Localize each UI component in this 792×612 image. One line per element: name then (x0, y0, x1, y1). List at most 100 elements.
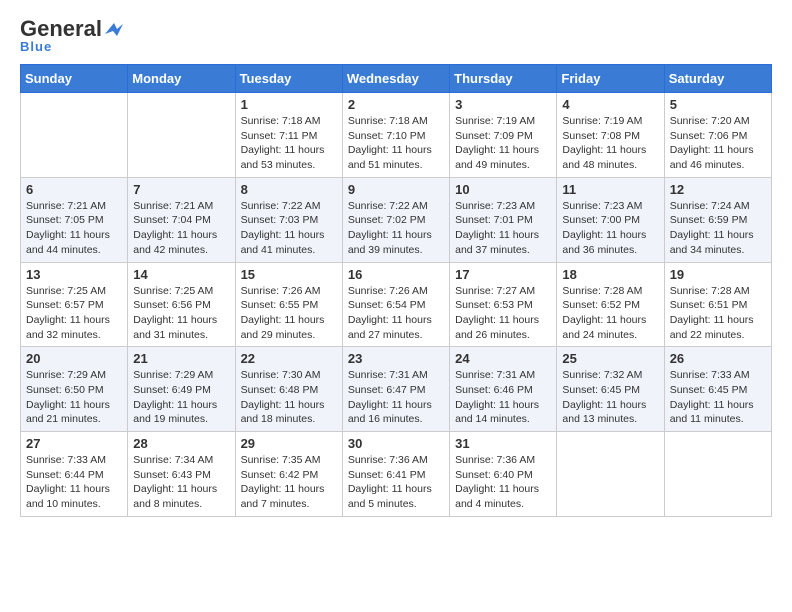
calendar-cell: 23 Sunrise: 7:31 AM Sunset: 6:47 PM Dayli… (342, 347, 449, 432)
day-number: 14 (133, 267, 229, 282)
day-number: 11 (562, 182, 658, 197)
calendar-cell: 25Sunrise: 7:32 AM Sunset: 6:45 PM Dayli… (557, 347, 664, 432)
day-info: Sunrise: 7:26 AM Sunset: 6:55 PM Dayligh… (241, 284, 337, 343)
day-number: 19 (670, 267, 766, 282)
logo-bird-icon (103, 20, 125, 38)
day-number: 29 (241, 436, 337, 451)
day-info: Sunrise: 7:18 AM Sunset: 7:11 PM Dayligh… (241, 114, 337, 173)
day-number: 31 (455, 436, 551, 451)
day-header-sunday: Sunday (21, 65, 128, 93)
day-info: Sunrise: 7:22 AM Sunset: 7:02 PM Dayligh… (348, 199, 444, 258)
calendar-cell (664, 432, 771, 517)
calendar-cell: 14 Sunrise: 7:25 AM Sunset: 6:56 PM Dayli… (128, 262, 235, 347)
day-info: Sunrise: 7:29 AM Sunset: 6:50 PM Dayligh… (26, 368, 122, 427)
calendar-cell: 21Sunrise: 7:29 AM Sunset: 6:49 PM Dayli… (128, 347, 235, 432)
day-info: Sunrise: 7:19 AM Sunset: 7:08 PM Dayligh… (562, 114, 658, 173)
day-info: Sunrise: 7:25 AM Sunset: 6:56 PM Dayligh… (133, 284, 229, 343)
day-number: 28 (133, 436, 229, 451)
day-info: Sunrise: 7:18 AM Sunset: 7:10 PM Dayligh… (348, 114, 444, 173)
calendar-cell: 11 Sunrise: 7:23 AM Sunset: 7:00 PM Dayli… (557, 177, 664, 262)
calendar-cell: 7 Sunrise: 7:21 AM Sunset: 7:04 PM Daylig… (128, 177, 235, 262)
day-info: Sunrise: 7:20 AM Sunset: 7:06 PM Dayligh… (670, 114, 766, 173)
day-number: 13 (26, 267, 122, 282)
day-header-friday: Friday (557, 65, 664, 93)
day-info: Sunrise: 7:31 AM Sunset: 6:47 PM Dayligh… (348, 368, 444, 427)
day-info: Sunrise: 7:29 AM Sunset: 6:49 PM Dayligh… (133, 368, 229, 427)
day-number: 1 (241, 97, 337, 112)
day-number: 5 (670, 97, 766, 112)
calendar-cell: 28Sunrise: 7:34 AM Sunset: 6:43 PM Dayli… (128, 432, 235, 517)
calendar-week-row: 27 Sunrise: 7:33 AM Sunset: 6:44 PM Dayli… (21, 432, 772, 517)
calendar-table: SundayMondayTuesdayWednesdayThursdayFrid… (20, 64, 772, 517)
day-number: 22 (241, 351, 337, 366)
calendar-cell: 31 Sunrise: 7:36 AM Sunset: 6:40 PM Dayli… (450, 432, 557, 517)
day-info: Sunrise: 7:36 AM Sunset: 6:40 PM Dayligh… (455, 453, 551, 512)
calendar-week-row: 20 Sunrise: 7:29 AM Sunset: 6:50 PM Dayli… (21, 347, 772, 432)
day-info: Sunrise: 7:23 AM Sunset: 7:01 PM Dayligh… (455, 199, 551, 258)
calendar-cell: 10 Sunrise: 7:23 AM Sunset: 7:01 PM Dayli… (450, 177, 557, 262)
day-number: 15 (241, 267, 337, 282)
day-number: 16 (348, 267, 444, 282)
calendar-week-row: 1 Sunrise: 7:18 AM Sunset: 7:11 PM Daylig… (21, 93, 772, 178)
day-number: 25 (562, 351, 658, 366)
calendar-cell: 26Sunrise: 7:33 AM Sunset: 6:45 PM Dayli… (664, 347, 771, 432)
calendar-cell: 9 Sunrise: 7:22 AM Sunset: 7:02 PM Daylig… (342, 177, 449, 262)
day-header-saturday: Saturday (664, 65, 771, 93)
day-number: 18 (562, 267, 658, 282)
calendar-cell: 29 Sunrise: 7:35 AM Sunset: 6:42 PM Dayli… (235, 432, 342, 517)
day-info: Sunrise: 7:36 AM Sunset: 6:41 PM Dayligh… (348, 453, 444, 512)
calendar-cell: 12 Sunrise: 7:24 AM Sunset: 6:59 PM Dayli… (664, 177, 771, 262)
day-info: Sunrise: 7:19 AM Sunset: 7:09 PM Dayligh… (455, 114, 551, 173)
day-info: Sunrise: 7:31 AM Sunset: 6:46 PM Dayligh… (455, 368, 551, 427)
day-info: Sunrise: 7:22 AM Sunset: 7:03 PM Dayligh… (241, 199, 337, 258)
calendar-cell: 24 Sunrise: 7:31 AM Sunset: 6:46 PM Dayli… (450, 347, 557, 432)
day-info: Sunrise: 7:28 AM Sunset: 6:51 PM Dayligh… (670, 284, 766, 343)
calendar-week-row: 13Sunrise: 7:25 AM Sunset: 6:57 PM Dayli… (21, 262, 772, 347)
day-info: Sunrise: 7:27 AM Sunset: 6:53 PM Dayligh… (455, 284, 551, 343)
calendar-cell: 3 Sunrise: 7:19 AM Sunset: 7:09 PM Daylig… (450, 93, 557, 178)
day-info: Sunrise: 7:23 AM Sunset: 7:00 PM Dayligh… (562, 199, 658, 258)
day-number: 26 (670, 351, 766, 366)
calendar-cell: 5 Sunrise: 7:20 AM Sunset: 7:06 PM Daylig… (664, 93, 771, 178)
calendar-cell: 30 Sunrise: 7:36 AM Sunset: 6:41 PM Dayli… (342, 432, 449, 517)
calendar-week-row: 6Sunrise: 7:21 AM Sunset: 7:05 PM Daylig… (21, 177, 772, 262)
day-info: Sunrise: 7:26 AM Sunset: 6:54 PM Dayligh… (348, 284, 444, 343)
day-info: Sunrise: 7:35 AM Sunset: 6:42 PM Dayligh… (241, 453, 337, 512)
calendar-cell: 17 Sunrise: 7:27 AM Sunset: 6:53 PM Dayli… (450, 262, 557, 347)
calendar-header-row: SundayMondayTuesdayWednesdayThursdayFrid… (21, 65, 772, 93)
day-number: 20 (26, 351, 122, 366)
calendar-cell: 13Sunrise: 7:25 AM Sunset: 6:57 PM Dayli… (21, 262, 128, 347)
day-header-tuesday: Tuesday (235, 65, 342, 93)
calendar-cell: 2Sunrise: 7:18 AM Sunset: 7:10 PM Daylig… (342, 93, 449, 178)
day-number: 23 (348, 351, 444, 366)
calendar-cell: 15 Sunrise: 7:26 AM Sunset: 6:55 PM Dayli… (235, 262, 342, 347)
day-number: 24 (455, 351, 551, 366)
logo-blue: Blue (20, 39, 52, 54)
day-info: Sunrise: 7:30 AM Sunset: 6:48 PM Dayligh… (241, 368, 337, 427)
day-info: Sunrise: 7:33 AM Sunset: 6:44 PM Dayligh… (26, 453, 122, 512)
header: General Blue (20, 16, 772, 54)
day-number: 7 (133, 182, 229, 197)
day-number: 6 (26, 182, 122, 197)
page: General Blue SundayMondayTuesdayWednesda… (0, 0, 792, 533)
day-number: 3 (455, 97, 551, 112)
day-number: 27 (26, 436, 122, 451)
calendar-cell: 18 Sunrise: 7:28 AM Sunset: 6:52 PM Dayli… (557, 262, 664, 347)
day-info: Sunrise: 7:21 AM Sunset: 7:04 PM Dayligh… (133, 199, 229, 258)
calendar-cell (557, 432, 664, 517)
day-number: 17 (455, 267, 551, 282)
day-number: 10 (455, 182, 551, 197)
calendar-cell: 16 Sunrise: 7:26 AM Sunset: 6:54 PM Dayli… (342, 262, 449, 347)
calendar-cell: 19 Sunrise: 7:28 AM Sunset: 6:51 PM Dayli… (664, 262, 771, 347)
day-number: 30 (348, 436, 444, 451)
calendar-cell: 20 Sunrise: 7:29 AM Sunset: 6:50 PM Dayli… (21, 347, 128, 432)
day-number: 4 (562, 97, 658, 112)
calendar-cell: 27 Sunrise: 7:33 AM Sunset: 6:44 PM Dayli… (21, 432, 128, 517)
day-header-monday: Monday (128, 65, 235, 93)
day-number: 12 (670, 182, 766, 197)
calendar-cell: 1 Sunrise: 7:18 AM Sunset: 7:11 PM Daylig… (235, 93, 342, 178)
day-info: Sunrise: 7:28 AM Sunset: 6:52 PM Dayligh… (562, 284, 658, 343)
day-number: 9 (348, 182, 444, 197)
day-info: Sunrise: 7:24 AM Sunset: 6:59 PM Dayligh… (670, 199, 766, 258)
day-header-thursday: Thursday (450, 65, 557, 93)
